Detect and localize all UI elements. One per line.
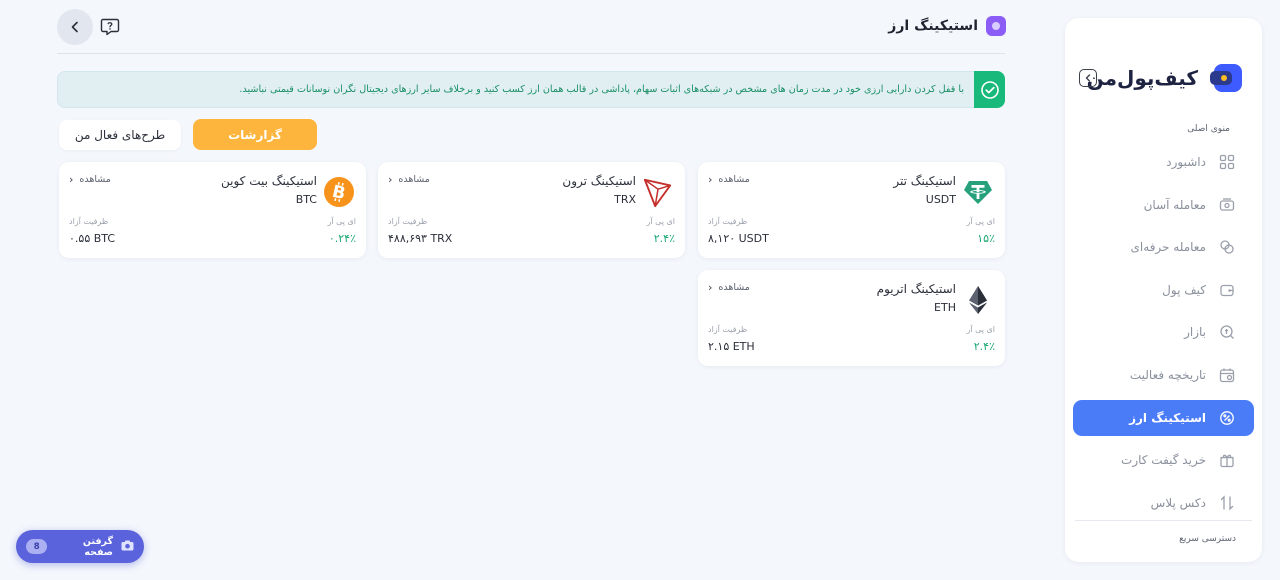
capacity-label: ظرفیت آزاد [708,325,748,334]
page-header: استیکینگ ارز [888,16,1006,36]
tab-active-plans[interactable]: طرح‌های فعال من [59,120,181,150]
check-circle-icon [974,71,1005,108]
sidebar-item-easy-trade[interactable]: معامله آسان [1073,187,1254,223]
card-ticker: TRX [614,193,636,206]
card-title: استیکینگ بیت کوین [221,174,317,188]
screenshot-label: گرفتن صفحه [82,535,113,558]
logo[interactable]: کیف‌پول‌من [1079,60,1248,96]
sidebar-item-label: کیف پول [1162,282,1206,297]
tab-reports[interactable]: گزارشات [193,119,317,150]
sidebar-item-gift-card[interactable]: خرید گیفت کارت [1073,442,1254,478]
capacity-value: ۴۸۸,۶۹۳ TRX [388,232,453,245]
sidebar-divider [1075,520,1252,521]
sidebar-item-dex-plus[interactable]: دکس پلاس [1073,485,1254,521]
market-icon [1218,323,1236,341]
back-button[interactable] [57,9,93,45]
sidebar-item-history[interactable]: تاریخچه فعالیت [1073,357,1254,393]
sidebar-item-label: داشبورد [1166,155,1206,169]
bitcoin-icon: B [323,176,355,208]
apr-label: ای پی آر [966,325,995,334]
capacity-label: ظرفیت آزاد [69,217,109,226]
capacity-value: ۲.۱۵ ETH [708,340,755,353]
staking-card-btc[interactable]: B استیکینگ بیت کوین BTC مشاهده ‹ ای پی آ… [59,162,366,258]
view-link[interactable]: مشاهده ‹ [388,173,430,186]
help-button[interactable] [100,18,120,36]
ethereum-icon [962,284,994,316]
gift-card-icon [1218,451,1236,469]
screenshot-count-badge: 8 [26,539,48,554]
sidebar-item-label: استیکینگ ارز [1129,410,1206,425]
sidebar-section-label: منوی اصلی [1187,124,1230,134]
sidebar-collapse-button[interactable] [1079,69,1097,87]
chevron-left-icon [1085,74,1091,82]
quick-access-label: دسترسی سریع [1179,534,1236,544]
wallet-icon [1218,281,1236,299]
capacity-label: ظرفیت آزاد [388,217,428,226]
sidebar-item-label: تاریخچه فعالیت [1129,367,1206,382]
sidebar: کیف‌پول‌من منوی اصلی داشبورد معامله آسان… [1065,18,1262,562]
chevron-left-icon: ‹ [69,173,74,186]
apr-value: ۰.۲۴٪ [328,232,356,245]
sidebar-item-label: معامله آسان [1143,197,1206,212]
sidebar-item-wallet[interactable]: کیف پول [1073,272,1254,308]
sidebar-item-label: خرید گیفت کارت [1121,453,1206,468]
sidebar-item-label: معامله حرفه‌ای [1130,240,1206,255]
info-banner-text: با قفل کردن دارایی ارزی خود در مدت زمان … [239,84,964,95]
card-ticker: USDT [925,193,956,206]
staking-card-trx[interactable]: استیکینگ ترون TRX مشاهده ‹ ای پی آر ۲.۴٪… [378,162,685,258]
sidebar-item-staking[interactable]: استیکینگ ارز [1073,399,1254,436]
sidebar-item-label: دکس پلاس [1150,495,1206,510]
staking-card-eth[interactable]: استیکینگ اتریوم ETH مشاهده ‹ ای پی آر ۲.… [698,270,1005,366]
screenshot-button[interactable]: گرفتن صفحه 8 [16,530,144,563]
view-label: مشاهده [79,174,111,185]
staking-card-usdt[interactable]: استیکینگ تتر USDT مشاهده ‹ ای پی آر ۱۵٪ … [698,162,1005,258]
dex-plus-icon [1218,494,1236,512]
logo-text: کیف‌پول‌من [1086,66,1199,90]
apr-label: ای پی آر [966,217,995,226]
sidebar-item-dashboard[interactable]: داشبورد [1073,144,1254,180]
pro-trade-icon [1218,238,1236,256]
sidebar-item-label: بازار [1184,325,1206,340]
help-chat-icon [100,18,120,36]
staking-title-icon [986,16,1006,36]
tether-icon [962,176,994,208]
sidebar-item-pro-trade[interactable]: معامله حرفه‌ای [1073,229,1254,265]
apr-value: ۲.۴٪ [653,232,675,245]
view-label: مشاهده [398,174,430,185]
view-label: مشاهده [718,282,750,293]
easy-trade-icon [1218,196,1236,214]
wallet-logo-icon [1204,62,1244,94]
apr-value: ۲.۴٪ [973,340,995,353]
card-title: استیکینگ ترون [562,174,636,188]
view-label: مشاهده [718,174,750,185]
capacity-value: ۰.۵۵ BTC [69,232,116,245]
sidebar-nav: داشبورد معامله آسان معامله حرفه‌ای کیف پ… [1073,144,1254,527]
header-divider [57,53,1005,54]
dashboard-icon [1218,153,1236,171]
calendar-icon [1218,366,1236,384]
view-link[interactable]: مشاهده ‹ [708,281,750,294]
capacity-label: ظرفیت آزاد [708,217,748,226]
view-link[interactable]: مشاهده ‹ [708,173,750,186]
card-title: استیکینگ تتر [893,174,956,188]
view-link[interactable]: مشاهده ‹ [69,173,111,186]
chevron-left-icon: ‹ [388,173,393,186]
apr-label: ای پی آر [646,217,675,226]
chevron-left-icon: ‹ [708,173,713,186]
apr-label: ای پی آر [327,217,356,226]
chevron-left-icon: ‹ [708,281,713,294]
page-title: استیکینگ ارز [888,18,978,34]
card-ticker: ETH [934,301,956,314]
chevron-left-icon [71,21,78,33]
camera-icon [121,540,134,554]
card-ticker: BTC [295,193,317,206]
capacity-value: ۸,۱۲۰ USDT [708,232,769,245]
tron-icon [642,176,674,208]
apr-value: ۱۵٪ [977,232,995,245]
card-title: استیکینگ اتریوم [876,282,956,296]
info-banner: با قفل کردن دارایی ارزی خود در مدت زمان … [57,71,1005,108]
staking-icon [1218,409,1236,427]
sidebar-item-market[interactable]: بازار [1073,314,1254,350]
